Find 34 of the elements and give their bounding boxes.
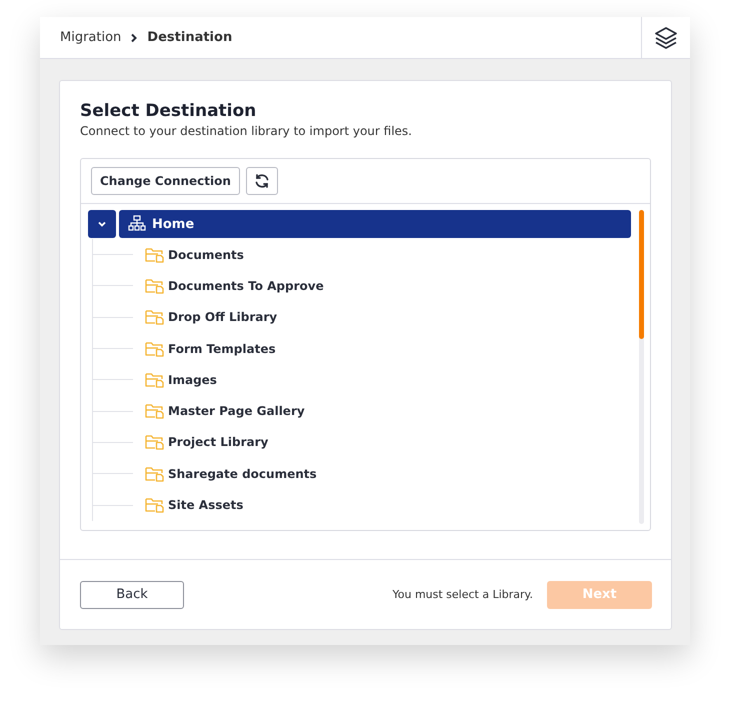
refresh-icon — [254, 173, 270, 189]
library-item[interactable]: Images — [142, 370, 220, 390]
change-connection-button[interactable]: Change Connection — [91, 167, 240, 195]
page-title: Select Destination — [80, 101, 258, 121]
breadcrumb-item: Destination — [147, 30, 232, 45]
breadcrumb-item[interactable]: Migration — [60, 30, 122, 45]
library-item[interactable]: Sharegate documents — [142, 464, 320, 484]
folder-icon — [145, 340, 164, 357]
page-subtitle: Connect to your destination library to import your files. — [80, 124, 413, 138]
scrollbar[interactable] — [639, 210, 644, 524]
folder-icon — [145, 403, 164, 420]
folder-icon — [145, 434, 164, 450]
library-item[interactable]: Documents To Approve — [142, 276, 327, 296]
library-item[interactable]: Site Assets — [142, 495, 246, 516]
library-item[interactable]: Master Page Gallery — [142, 401, 308, 422]
folder-icon — [145, 497, 164, 514]
library-item[interactable]: Form Templates — [142, 338, 279, 359]
expand-toggle[interactable] — [88, 210, 116, 238]
library-item[interactable]: Project Library — [142, 432, 272, 452]
library-item[interactable]: Documents — [142, 244, 247, 265]
validation-message: You must select a Library. — [392, 588, 533, 601]
back-button[interactable]: Back — [80, 580, 184, 608]
tree-node[interactable]: Home — [119, 210, 631, 238]
folder-icon — [145, 278, 164, 294]
chevron-right-icon — [130, 32, 138, 42]
folder-icon — [145, 372, 164, 388]
folder-icon — [145, 246, 164, 263]
folder-icon — [145, 309, 164, 326]
layers-icon — [653, 24, 679, 50]
refresh-button[interactable] — [246, 167, 278, 195]
chevron-down-icon — [97, 219, 107, 229]
library-item[interactable]: Drop Off Library — [142, 307, 280, 328]
sitemap-icon — [128, 215, 146, 233]
folder-icon — [145, 466, 164, 482]
